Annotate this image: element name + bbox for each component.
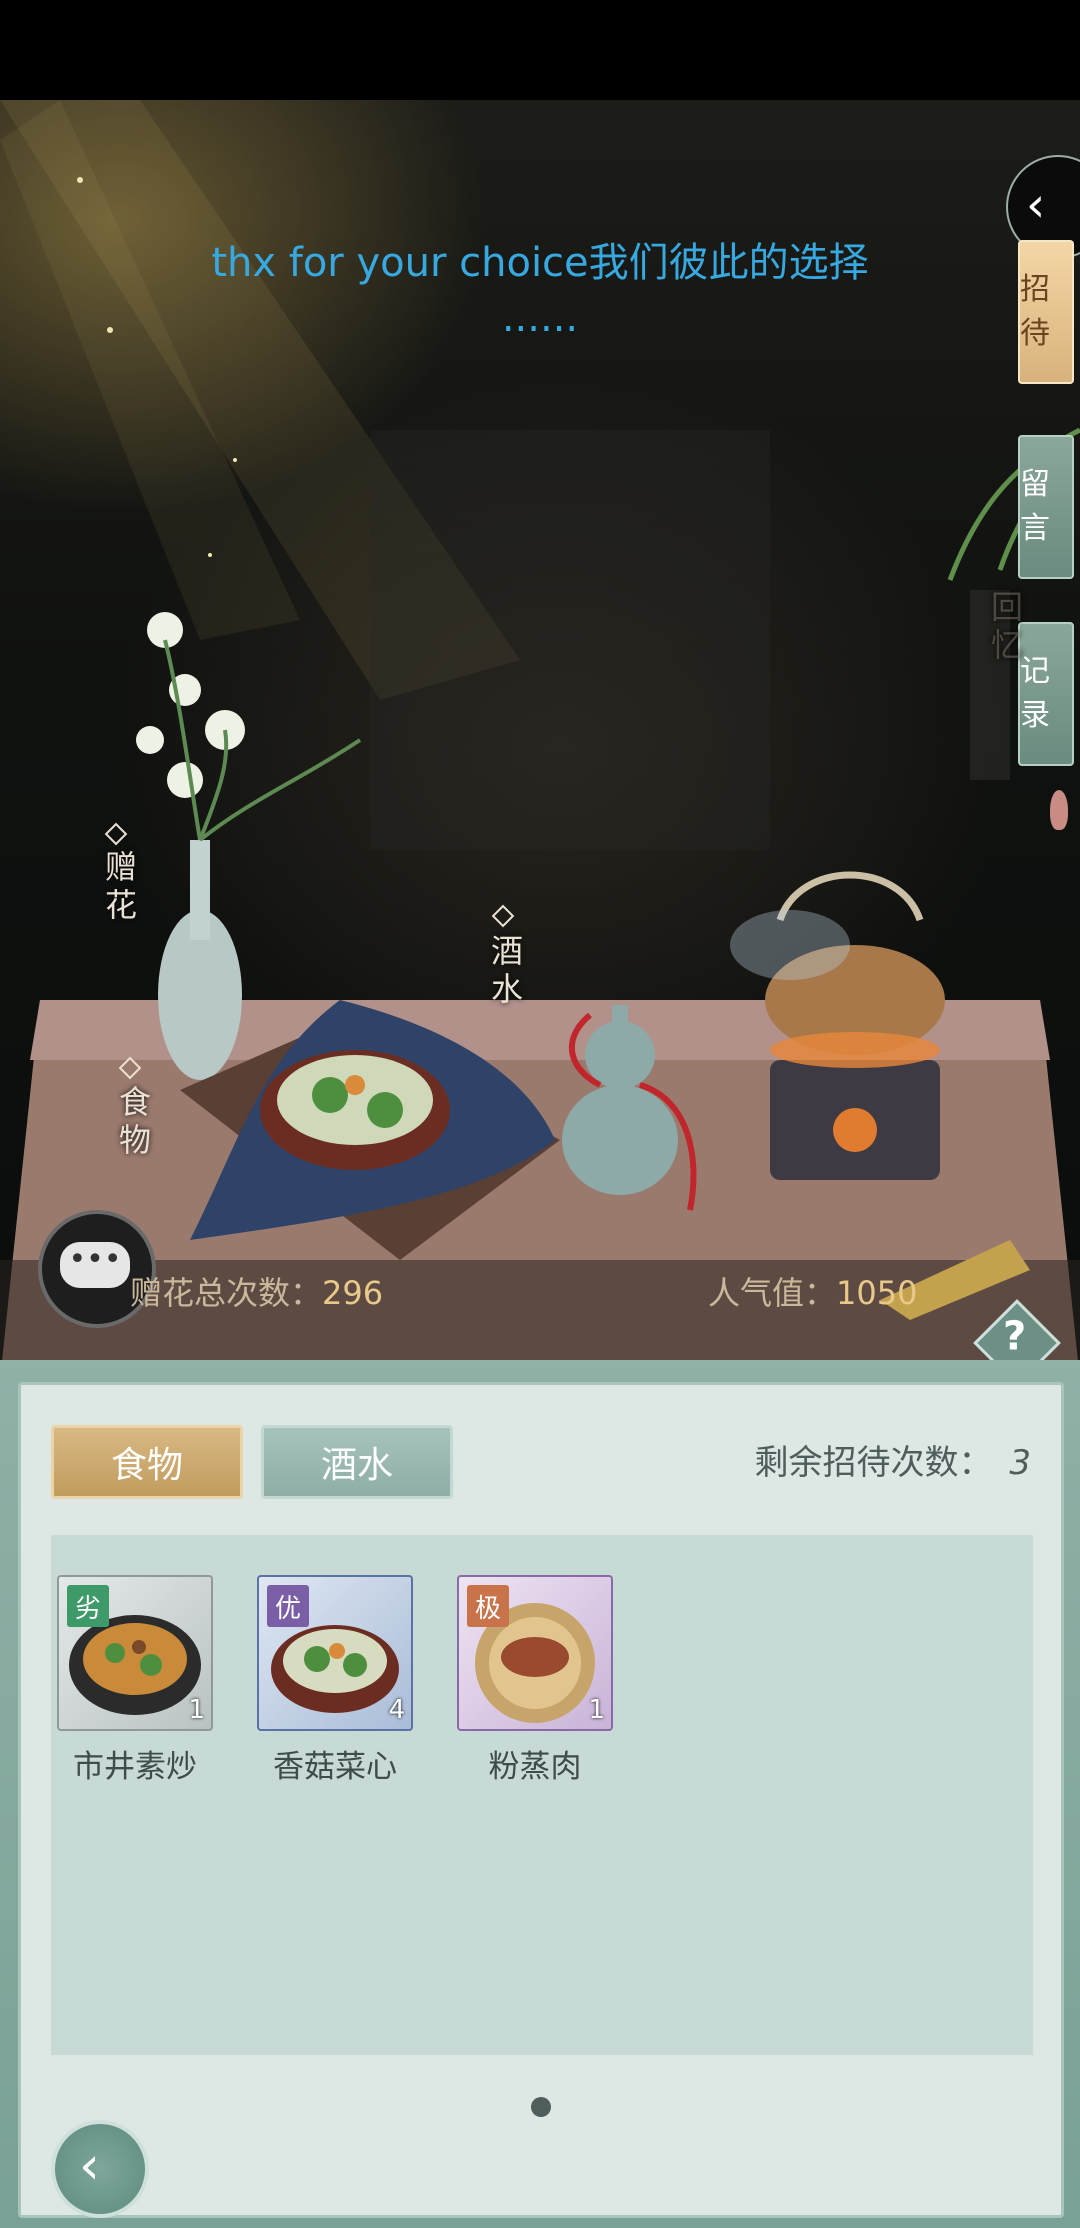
gift-flower-label[interactable]: 赠花	[96, 850, 142, 926]
chat-bubble-icon: •••	[60, 1242, 130, 1288]
popularity-value: 1050	[836, 1274, 918, 1312]
item-slot[interactable]: 优 4 香菇菜心	[257, 1575, 413, 1786]
quality-badge: 优	[267, 1585, 309, 1627]
flower-count-value: 296	[322, 1274, 384, 1312]
item-name: 粉蒸肉	[488, 1749, 582, 1785]
item-grid: 劣 1 市井素炒 优 4 香菇菜心 极 1 粉蒸肉	[51, 1535, 1033, 2055]
light-rays	[0, 100, 1080, 1380]
chevron-left-icon: ‹	[79, 2136, 100, 2196]
item-icon-box[interactable]: 劣 1	[57, 1575, 213, 1731]
wall-scroll-text: 回忆	[986, 590, 1024, 666]
caption-line-2: ......	[501, 295, 579, 341]
item-panel-body: 食物 酒水 剩余招待次数： 3 劣 1 市井素炒 优 4 香菇菜心 极 1 粉蒸…	[18, 1382, 1064, 2218]
caption-line-1: thx for your choice我们彼此的选择	[211, 240, 869, 286]
popularity-stat: 人气值：1050	[708, 1268, 917, 1314]
flower-count-label: 赠花总次数：	[130, 1274, 323, 1312]
item-count: 4	[388, 1695, 405, 1725]
food-label[interactable]: 食物	[110, 1085, 156, 1161]
item-count: 1	[588, 1695, 605, 1725]
quality-badge: 极	[467, 1585, 509, 1627]
item-icon-box[interactable]: 极 1	[457, 1575, 613, 1731]
return-button[interactable]: ‹	[51, 2120, 149, 2218]
item-panel: 食物 酒水 剩余招待次数： 3 劣 1 市井素炒 优 4 香菇菜心 极 1 粉蒸…	[0, 1360, 1080, 2228]
drink-label[interactable]: 酒水	[482, 934, 528, 1010]
item-name: 市井素炒	[73, 1749, 197, 1785]
item-name: 香菇菜心	[273, 1749, 397, 1785]
remaining-serves-label: 剩余招待次数：	[754, 1443, 993, 1483]
quality-badge: 劣	[67, 1585, 109, 1627]
side-tab-messages[interactable]: 留言	[1018, 435, 1074, 579]
side-tab-reception[interactable]: 招待	[1018, 240, 1074, 384]
question-icon: ?	[1002, 1313, 1027, 1360]
tassel-icon	[1050, 790, 1068, 830]
tab-food[interactable]: 食物	[51, 1425, 243, 1499]
item-icon-box[interactable]: 优 4	[257, 1575, 413, 1731]
popularity-label: 人气值：	[708, 1274, 837, 1312]
guest-scene: thx for your choice我们彼此的选择 ...... ‹ 招待 留…	[0, 100, 1080, 1380]
tab-drink[interactable]: 酒水	[261, 1425, 453, 1499]
chevron-left-icon: ‹	[1026, 177, 1046, 233]
remaining-serves: 剩余招待次数： 3	[755, 1435, 1031, 1484]
flower-count-stat: 赠花总次数：296	[130, 1268, 383, 1314]
item-count: 1	[188, 1695, 205, 1725]
item-slot[interactable]: 极 1 粉蒸肉	[457, 1575, 613, 1786]
remaining-serves-value: 3	[1009, 1443, 1031, 1483]
page-indicator-dot[interactable]	[531, 2097, 551, 2117]
item-slot[interactable]: 劣 1 市井素炒	[57, 1575, 213, 1786]
